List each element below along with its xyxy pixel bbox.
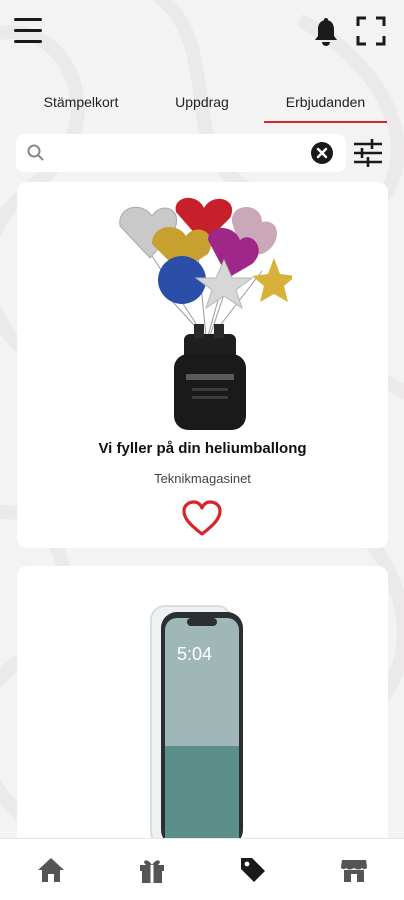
store-icon[interactable] [339, 855, 369, 885]
top-bar [0, 0, 404, 70]
phone-screen-protector-image: 5:04 [150, 605, 243, 846]
tab-uppdrag[interactable]: Uppdrag [167, 94, 237, 110]
search-row [16, 134, 388, 172]
offer-store: Teknikmagasinet [154, 471, 251, 486]
bell-icon[interactable] [313, 18, 339, 46]
offer-card[interactable]: Vi fyller på din heliumballong Teknikmag… [17, 182, 388, 548]
filter-sliders-icon[interactable] [352, 138, 384, 168]
tab-stampelkort[interactable]: Stämpelkort [38, 94, 124, 110]
scan-frame-icon[interactable] [356, 16, 386, 46]
search-icon [26, 143, 46, 163]
svg-text:5:04: 5:04 [177, 644, 212, 664]
hamburger-menu-icon[interactable] [14, 18, 42, 46]
search-box[interactable] [16, 134, 346, 172]
tab-bar: Stämpelkort Uppdrag Erbjudanden [0, 86, 404, 126]
offer-title: Vi fyller på din heliumballong [98, 440, 307, 457]
helium-balloons-image [119, 197, 292, 430]
home-icon[interactable] [36, 855, 66, 885]
clear-circle-icon[interactable] [310, 141, 334, 165]
heart-outline-icon[interactable] [181, 500, 223, 538]
gift-icon[interactable] [137, 855, 167, 885]
bottom-nav [0, 838, 404, 900]
tab-erbjudanden[interactable]: Erbjudanden [264, 94, 387, 110]
offer-card[interactable]: 5:04 [17, 566, 388, 856]
tag-icon[interactable] [238, 855, 268, 885]
active-tab-indicator [264, 121, 387, 123]
search-input[interactable] [52, 140, 302, 166]
